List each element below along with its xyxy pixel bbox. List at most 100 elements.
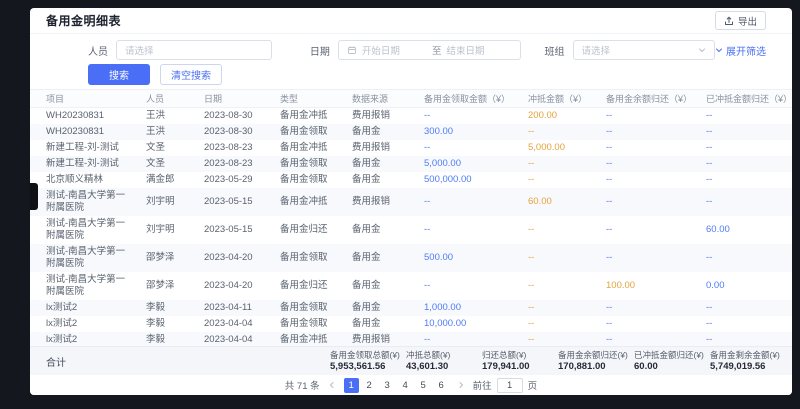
table-row[interactable]: 新建工程-刘-测试文圣2023-08-23备用金领取备用金5,000.00---… (30, 156, 792, 172)
summary-item: 备用金余额归还(¥)170,881.00 (558, 350, 634, 372)
source-cell: 费用报销 (344, 332, 416, 347)
group-filter-label: 班组 (545, 43, 565, 58)
amount-cell: 500.00 (416, 244, 520, 272)
project-cell: WH20230831 (30, 124, 138, 140)
table-row[interactable]: 北京顺义精林满金郎2023-05-29备用金领取备用金500,000.00---… (30, 172, 792, 188)
person-cell: 邵梦泽 (138, 244, 196, 272)
summary-item-label: 冲抵总额(¥) (406, 350, 482, 360)
search-button[interactable]: 搜索 (88, 64, 150, 85)
chevron-down-icon (698, 46, 706, 54)
summary-item-value: 60.00 (634, 361, 710, 372)
amount-cell: 300.00 (416, 124, 520, 140)
amount-cell: -- (698, 140, 792, 156)
person-cell: 王洪 (138, 124, 196, 140)
person-select-placeholder: 请选择 (125, 43, 154, 57)
type-cell: 备用金冲抵 (272, 107, 344, 124)
page-header: 备用金明细表 导出 (30, 8, 792, 34)
date-cell: 2023-08-30 (196, 124, 272, 140)
expand-filters-link[interactable]: 展开筛选 (715, 43, 766, 58)
amount-cell: -- (598, 172, 698, 188)
table-row[interactable]: 测试-南昌大学第一附属医院刘宇明2023-05-15备用金冲抵费用报销--60.… (30, 188, 792, 216)
table-row[interactable]: 新建工程-刘-测试文圣2023-08-23备用金冲抵费用报销--5,000.00… (30, 140, 792, 156)
amount-cell: -- (416, 272, 520, 300)
group-select[interactable]: 请选择 (573, 40, 715, 60)
total-row-label: 合计 (30, 354, 330, 369)
date-cell: 2023-05-15 (196, 216, 272, 244)
filter-row-actions: 搜索 清空搜索 (88, 63, 766, 85)
person-cell: 李毅 (138, 332, 196, 347)
person-cell: 满金郎 (138, 172, 196, 188)
table-row[interactable]: lx测试2李毅2023-04-04备用金领取备用金10,000.00------ (30, 316, 792, 332)
page-button[interactable]: 2 (362, 378, 377, 393)
page-button[interactable]: 3 (380, 378, 395, 393)
source-cell: 费用报销 (344, 140, 416, 156)
column-header: 项目 (30, 90, 138, 107)
clear-search-button[interactable]: 清空搜索 (160, 64, 222, 85)
column-header: 类型 (272, 90, 344, 107)
table-row[interactable]: lx测试2李毅2023-04-11备用金领取备用金1,000.00------ (30, 300, 792, 316)
goto-suffix-label: 页 (528, 378, 538, 392)
amount-cell: 10,000.00 (416, 316, 520, 332)
prev-page-button[interactable] (325, 378, 339, 393)
table-row[interactable]: 测试-南昌大学第一附属医院邵梦泽2023-04-20备用金归还备用金----10… (30, 272, 792, 300)
summary-bar: 合计 备用金领取总额(¥)5,953,561.56冲抵总额(¥)43,601.3… (30, 346, 792, 375)
chevron-left-icon (328, 381, 336, 389)
date-range-picker[interactable]: 开始日期 至 结束日期 (338, 40, 521, 60)
summary-item: 冲抵总额(¥)43,601.30 (406, 350, 482, 372)
main-panel: 备用金明细表 导出 人员 请选择 日期 开始日期 至 结束日期 班组 请选择 (30, 8, 792, 395)
expand-filters-label: 展开筛选 (726, 43, 766, 58)
page-button[interactable]: 6 (434, 378, 449, 393)
amount-cell: -- (520, 272, 598, 300)
person-select[interactable]: 请选择 (116, 40, 272, 60)
table-row[interactable]: WH20230831王洪2023-08-30备用金领取备用金300.00----… (30, 124, 792, 140)
date-cell: 2023-08-23 (196, 156, 272, 172)
page-button[interactable]: 1 (344, 378, 359, 393)
amount-cell: -- (416, 107, 520, 124)
type-cell: 备用金领取 (272, 156, 344, 172)
amount-cell: -- (698, 124, 792, 140)
chevron-right-icon (457, 381, 465, 389)
summary-item-label: 已冲抵金额归还(¥) (634, 350, 710, 360)
person-cell: 文圣 (138, 140, 196, 156)
date-end-placeholder: 结束日期 (446, 43, 511, 57)
table-row[interactable]: lx测试2李毅2023-04-04备用金冲抵费用报销-------- (30, 332, 792, 347)
date-cell: 2023-05-29 (196, 172, 272, 188)
next-page-button[interactable] (454, 378, 468, 393)
amount-cell: -- (416, 216, 520, 244)
source-cell: 备用金 (344, 316, 416, 332)
amount-cell: -- (598, 156, 698, 172)
table-row[interactable]: 测试-南昌大学第一附属医院邵梦泽2023-04-20备用金领取备用金500.00… (30, 244, 792, 272)
amount-cell: -- (698, 244, 792, 272)
chevron-down-icon (715, 46, 723, 54)
table-row[interactable]: WH20230831王洪2023-08-30备用金冲抵费用报销--200.00-… (30, 107, 792, 124)
project-cell: 测试-南昌大学第一附属医院 (30, 188, 138, 216)
amount-cell: -- (598, 188, 698, 216)
source-cell: 备用金 (344, 244, 416, 272)
date-cell: 2023-04-20 (196, 244, 272, 272)
amount-cell: 5,000.00 (416, 156, 520, 172)
sidebar-collapse-handle[interactable] (30, 183, 38, 210)
amount-cell: 60.00 (698, 216, 792, 244)
page-button[interactable]: 4 (398, 378, 413, 393)
export-button[interactable]: 导出 (715, 11, 766, 30)
summary-item-value: 5,749,019.56 (710, 361, 786, 372)
person-filter-label: 人员 (88, 43, 108, 58)
amount-cell: -- (520, 156, 598, 172)
filter-row-fields: 人员 请选择 日期 开始日期 至 结束日期 班组 请选择 展开筛选 (88, 39, 766, 61)
date-cell: 2023-04-04 (196, 332, 272, 347)
summary-item-value: 5,953,561.56 (330, 361, 406, 372)
amount-cell: -- (520, 216, 598, 244)
amount-cell: 1,000.00 (416, 300, 520, 316)
group-select-placeholder: 请选择 (582, 43, 611, 57)
summary-item: 已冲抵金额归还(¥)60.00 (634, 350, 710, 372)
column-header: 备用金领取金额（¥） (416, 90, 520, 107)
amount-cell: -- (520, 300, 598, 316)
page-button[interactable]: 5 (416, 378, 431, 393)
goto-page-input[interactable] (497, 378, 523, 393)
table-row[interactable]: 测试-南昌大学第一附属医院刘宇明2023-05-15备用金归还备用金------… (30, 216, 792, 244)
column-header: 日期 (196, 90, 272, 107)
amount-cell: -- (416, 140, 520, 156)
filter-bar: 人员 请选择 日期 开始日期 至 结束日期 班组 请选择 展开筛选 搜索 (30, 34, 792, 90)
source-cell: 费用报销 (344, 107, 416, 124)
source-cell: 备用金 (344, 216, 416, 244)
